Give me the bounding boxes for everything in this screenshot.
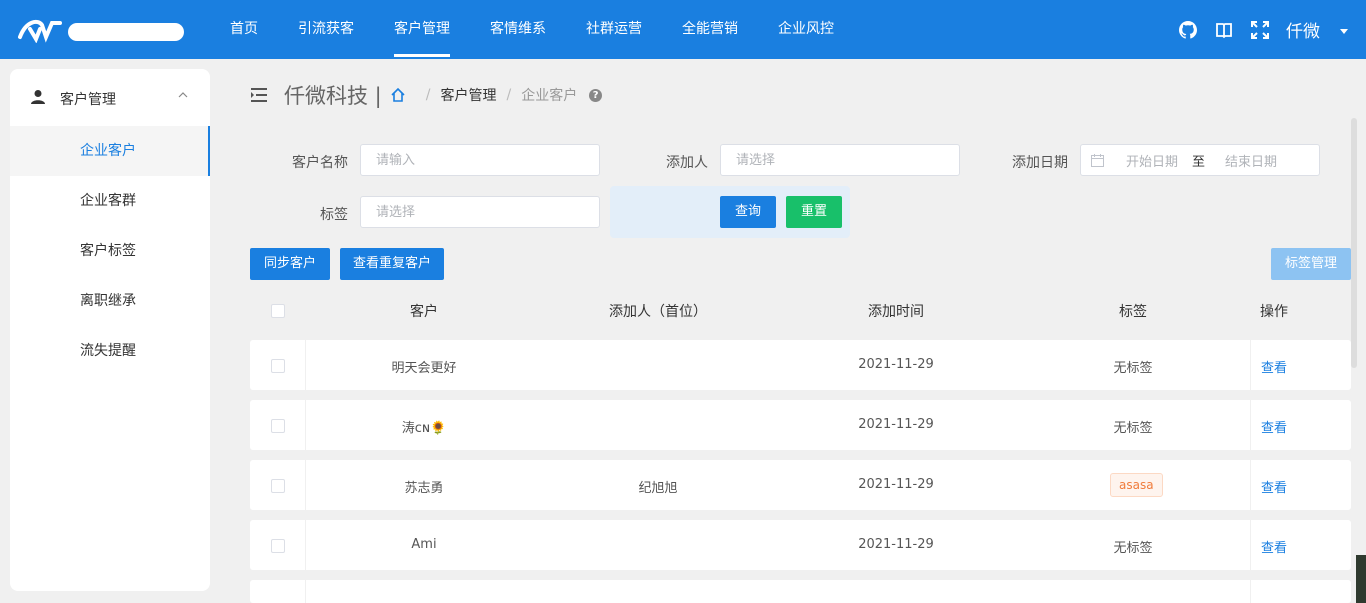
tag-badge: asasa [1110, 473, 1163, 497]
breadcrumb-separator: / [425, 87, 431, 103]
add-date-label: 添加日期 [1012, 155, 1068, 171]
tag-select[interactable] [360, 196, 600, 228]
add-time: 2021-11-29 [858, 417, 934, 432]
sync-customers-button[interactable]: 同步客户 [250, 248, 330, 280]
column-header-add-time: 添加时间 [868, 304, 924, 320]
main-nav: 首页 引流获客 客户管理 客情维系 社群运营 全能营销 企业风控 [210, 0, 854, 59]
breadcrumb-parent[interactable]: 客户管理 [440, 85, 496, 105]
customer-name: 苏志勇 [404, 481, 444, 496]
table-row: Ami 2021-11-29 无标签 查看 [250, 520, 1351, 570]
add-time: 2021-11-29 [858, 477, 934, 492]
table-header: 客户 添加人（首位） 添加时间 标签 操作 [250, 290, 1351, 330]
vertical-scrollbar[interactable] [1351, 118, 1357, 368]
row-checkbox[interactable] [271, 419, 285, 433]
table-row: 苏志勇 纪旭旭 2021-11-29 asasa 查看 [250, 460, 1351, 510]
date-range-separator: 至 [1192, 154, 1206, 170]
table-row: 涛ᴄɴ🌻 2021-11-29 无标签 查看 [250, 400, 1351, 450]
row-checkbox[interactable] [271, 359, 285, 373]
sidebar-item-enterprise-customers[interactable]: 企业客户 [10, 126, 210, 176]
nav-item-customer-management[interactable]: 客户管理 [374, 0, 470, 59]
column-header-tag: 标签 [1119, 304, 1147, 320]
sidebar: 客户管理 企业客户 企业客群 客户标签 离职继承 流失提醒 [10, 69, 210, 591]
column-header-action: 操作 [1260, 304, 1288, 320]
view-link[interactable]: 查看 [1254, 537, 1294, 556]
nav-item-relations[interactable]: 客情维系 [470, 0, 566, 59]
breadcrumb: 仟微科技 | / 客户管理 / 企业客户 ? [250, 80, 603, 110]
reset-button[interactable]: 重置 [786, 196, 842, 228]
chevron-up-icon [178, 92, 188, 98]
tag-value: 无标签 [1113, 361, 1153, 376]
date-start-input[interactable]: 开始日期 [1120, 151, 1184, 170]
github-icon[interactable] [1178, 20, 1198, 40]
customer-name: Ami [411, 537, 437, 552]
sidebar-item-customer-tags[interactable]: 客户标签 [10, 226, 210, 276]
customer-name: 明天会更好 [391, 361, 457, 376]
breadcrumb-separator: / [506, 87, 512, 103]
tag-label: 标签 [320, 207, 348, 223]
tag-value: 无标签 [1113, 421, 1153, 436]
adder-label: 添加人 [666, 155, 708, 171]
user-name[interactable]: 仟微 [1286, 17, 1320, 42]
sidebar-group-label: 客户管理 [60, 92, 116, 108]
tag-value: 无标签 [1113, 541, 1153, 556]
nav-item-risk-control[interactable]: 企业风控 [758, 0, 854, 59]
help-icon[interactable]: ? [589, 88, 603, 102]
nav-item-marketing[interactable]: 全能营销 [662, 0, 758, 59]
breadcrumb-current: 企业客户 [521, 88, 578, 104]
add-time: 2021-11-29 [858, 357, 934, 372]
person-icon [31, 90, 45, 104]
chevron-down-icon[interactable] [1340, 28, 1348, 34]
row-checkbox[interactable] [271, 479, 285, 493]
add-time: 2021-11-29 [858, 537, 934, 552]
date-end-input[interactable]: 结束日期 [1219, 151, 1283, 170]
customer-name-input[interactable] [360, 144, 600, 176]
sidebar-item-resignation-inheritance[interactable]: 离职继承 [10, 276, 210, 326]
query-button[interactable]: 查询 [720, 196, 776, 228]
view-link[interactable]: 查看 [1254, 477, 1294, 496]
adder-select[interactable] [720, 144, 960, 176]
customer-name: 涛ᴄɴ🌻 [401, 421, 447, 436]
view-link[interactable]: 查看 [1254, 417, 1294, 436]
row-checkbox[interactable] [271, 539, 285, 553]
fullscreen-icon[interactable] [1250, 20, 1270, 40]
add-date-range-picker[interactable]: 开始日期 至 结束日期 [1080, 144, 1320, 176]
sidebar-item-churn-alert[interactable]: 流失提醒 [10, 326, 210, 376]
company-name: 仟微科技 | [284, 84, 382, 108]
top-navbar: 首页 引流获客 客户管理 客情维系 社群运营 全能营销 企业风控 仟微 [0, 0, 1366, 59]
home-icon[interactable] [390, 87, 406, 103]
menu-fold-icon[interactable] [250, 87, 268, 103]
select-all-checkbox[interactable] [271, 304, 285, 318]
view-duplicate-customers-button[interactable]: 查看重复客户 [340, 248, 444, 280]
nav-item-home[interactable]: 首页 [210, 0, 278, 59]
logo-icon[interactable] [16, 17, 64, 43]
filter-button-area: 查询 重置 [610, 186, 850, 238]
adder-name: 纪旭旭 [638, 481, 678, 496]
sidebar-item-customer-groups[interactable]: 企业客群 [10, 176, 210, 226]
brand-name-mask [68, 23, 184, 41]
sidebar-group-header[interactable]: 客户管理 [10, 69, 210, 125]
column-header-adder: 添加人（首位） [609, 304, 707, 320]
table-row [250, 580, 1351, 603]
table-row: 明天会更好 2021-11-29 无标签 查看 [250, 340, 1351, 390]
calendar-icon [1091, 153, 1104, 167]
side-widget [1356, 555, 1366, 603]
book-icon[interactable] [1214, 20, 1234, 40]
view-link[interactable]: 查看 [1254, 357, 1294, 376]
nav-item-acquisition[interactable]: 引流获客 [278, 0, 374, 59]
nav-item-community[interactable]: 社群运营 [566, 0, 662, 59]
customer-name-label: 客户名称 [292, 155, 348, 171]
tag-management-button[interactable]: 标签管理 [1271, 248, 1351, 280]
column-header-customer: 客户 [410, 304, 438, 320]
